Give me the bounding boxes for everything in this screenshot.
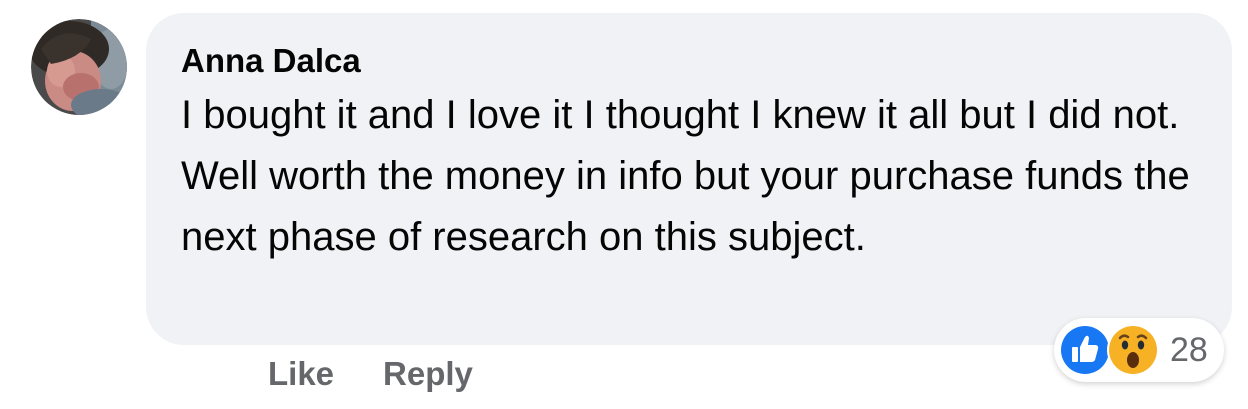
comment-actions: Like Reply — [268, 352, 473, 396]
avatar[interactable] — [31, 19, 127, 115]
comment-bubble: Anna Dalca I bought it and I love it I t… — [146, 13, 1232, 345]
comment-text: I bought it and I love it I thought I kn… — [181, 93, 1190, 259]
reply-button[interactable]: Reply — [383, 352, 473, 396]
reaction-count: 28 — [1170, 331, 1208, 369]
comment-author[interactable]: Anna Dalca — [181, 41, 361, 81]
reaction-summary[interactable]: 28 — [1054, 318, 1224, 382]
like-icon — [1059, 324, 1111, 376]
like-button[interactable]: Like — [268, 352, 334, 396]
wow-icon — [1107, 324, 1159, 376]
